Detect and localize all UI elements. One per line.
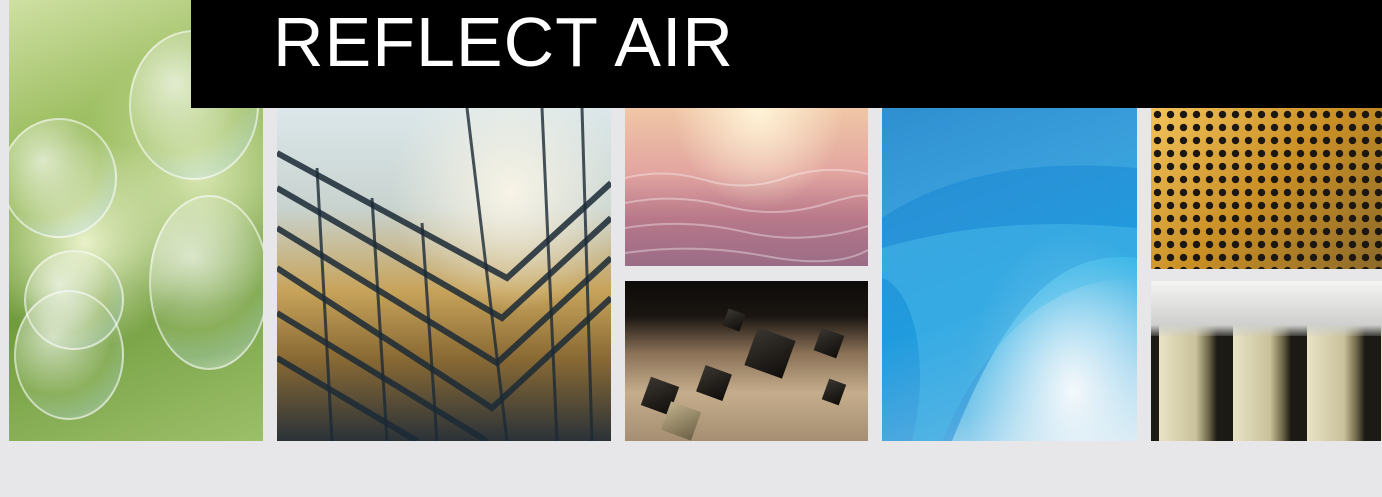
page-title: REFLECT AIR	[273, 3, 734, 81]
perforated-metal-image	[1151, 108, 1382, 269]
champagne-glasses-image	[1151, 281, 1382, 441]
pyrite-cubes-image	[625, 281, 868, 441]
title-banner: REFLECT AIR	[191, 0, 1382, 108]
blue-fabric-image	[882, 108, 1137, 441]
water-sunset-image	[625, 108, 868, 266]
glass-building-image	[277, 108, 611, 441]
